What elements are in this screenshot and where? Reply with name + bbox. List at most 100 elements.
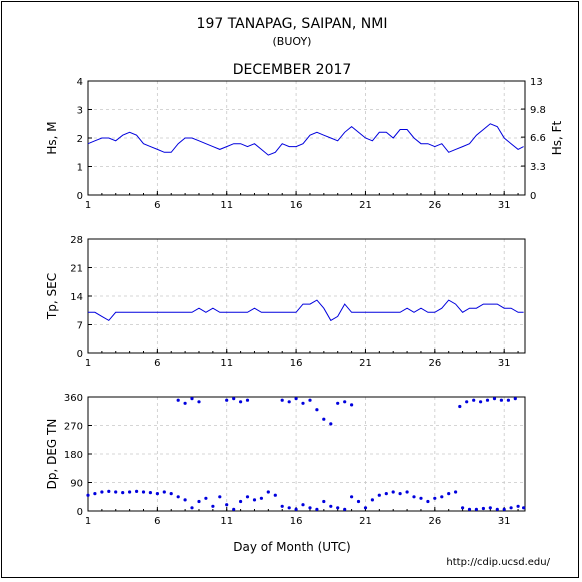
data-point <box>495 507 499 511</box>
y-axis-label: Dp, DEG TN <box>45 419 59 490</box>
data-point <box>488 506 492 510</box>
y-tick-label: 270 <box>64 422 83 433</box>
data-point <box>148 491 152 495</box>
data-point <box>259 496 263 500</box>
data-point <box>516 504 520 508</box>
panel-2: 1 6 11 16 21 26 31090180270360Dp, DEG TN <box>45 393 526 527</box>
x-tick-label: 16 <box>290 358 303 369</box>
x-tick-label: 26 <box>428 200 441 211</box>
x-tick-label: 1 <box>85 516 91 527</box>
data-point <box>481 506 485 511</box>
data-point <box>239 400 243 404</box>
x-tick-label: 21 <box>359 358 372 369</box>
data-point <box>287 400 291 404</box>
x-tick-label: 1 <box>85 200 91 211</box>
y-tick-label: 0 <box>77 191 83 202</box>
y-right-axis-label: Hs, Ft <box>550 120 564 155</box>
figure: 197 TANAPAG, SAIPAN, NMI (BUOY) DECEMBER… <box>45 16 564 568</box>
data-point <box>513 397 517 401</box>
data-point <box>440 495 444 499</box>
period-title: DECEMBER 2017 <box>233 62 352 78</box>
data-point <box>301 401 305 405</box>
data-point <box>273 493 277 497</box>
data-point <box>232 507 236 511</box>
data-point <box>211 504 215 508</box>
y-right-tick-label: 13 <box>530 77 543 88</box>
data-point <box>499 398 503 402</box>
data-point <box>294 397 298 401</box>
data-point <box>294 507 298 511</box>
data-point <box>315 507 319 511</box>
data-point <box>183 498 187 502</box>
data-point <box>280 398 284 402</box>
data-point <box>465 400 469 404</box>
data-point <box>405 490 409 494</box>
chart-frame: 197 TANAPAG, SAIPAN, NMI (BUOY) DECEMBER… <box>1 1 579 578</box>
data-point <box>479 400 483 404</box>
data-point <box>141 490 146 494</box>
data-point <box>218 495 222 499</box>
data-point <box>114 490 118 494</box>
data-point <box>308 506 312 510</box>
y-tick-label: 7 <box>77 321 83 332</box>
data-point <box>322 499 326 504</box>
y-tick-label: 1 <box>77 163 83 174</box>
y-axis-label: Tp, SEC <box>45 273 59 320</box>
x-axis-label: Day of Month (UTC) <box>233 540 350 554</box>
y-tick-label: 21 <box>70 264 83 275</box>
data-point <box>472 398 476 402</box>
data-point <box>266 490 270 494</box>
panel-1: 1 6 11 16 21 26 3107142128Tp, SEC <box>45 235 526 369</box>
x-tick-label: 1 <box>85 358 91 369</box>
data-point <box>506 398 510 402</box>
x-tick-label: 11 <box>220 516 233 527</box>
data-point <box>363 506 368 510</box>
data-point <box>433 496 437 500</box>
data-point <box>412 495 416 499</box>
series-line <box>87 123 524 156</box>
source-url: http://cdip.ucsd.edu/ <box>446 557 550 568</box>
y-right-tick-label: 3.3 <box>530 162 546 173</box>
data-point <box>447 492 451 496</box>
data-point <box>377 493 381 497</box>
data-point <box>350 495 354 499</box>
data-point <box>225 398 229 402</box>
data-point <box>169 492 173 496</box>
x-tick-label: 6 <box>154 358 160 369</box>
data-point <box>176 495 180 499</box>
data-point <box>315 408 319 412</box>
platform-subtitle: (BUOY) <box>273 35 312 48</box>
data-point <box>204 496 208 500</box>
data-point <box>190 506 194 510</box>
x-tick-label: 31 <box>498 358 511 369</box>
y-tick-label: 4 <box>77 77 83 88</box>
data-point <box>467 507 472 511</box>
data-point <box>356 499 361 504</box>
data-point <box>176 398 180 402</box>
data-point <box>458 404 462 409</box>
data-point <box>370 498 374 502</box>
y-tick-label: 3 <box>77 106 83 117</box>
y-tick-label: 2 <box>77 134 83 145</box>
data-point <box>245 495 250 499</box>
x-tick-label: 11 <box>220 200 233 211</box>
data-point <box>197 400 201 404</box>
y-tick-label: 180 <box>64 450 83 461</box>
data-point <box>502 507 506 511</box>
x-tick-label: 16 <box>290 200 303 211</box>
panel-0: 1 6 11 16 21 26 310123403.36.69.813Hs, FtHs, M <box>45 77 564 211</box>
data-point <box>100 490 104 494</box>
y-tick-label: 360 <box>64 393 83 404</box>
data-point <box>343 507 347 511</box>
data-point <box>509 506 513 510</box>
y-tick-label: 0 <box>77 507 83 518</box>
data-point <box>474 507 478 511</box>
data-point <box>391 490 395 494</box>
x-tick-label: 11 <box>220 358 233 369</box>
data-point <box>197 499 201 504</box>
data-point <box>322 417 326 421</box>
data-point <box>135 489 139 493</box>
data-point <box>492 397 497 401</box>
data-point <box>128 490 132 494</box>
x-tick-label: 6 <box>154 516 160 527</box>
